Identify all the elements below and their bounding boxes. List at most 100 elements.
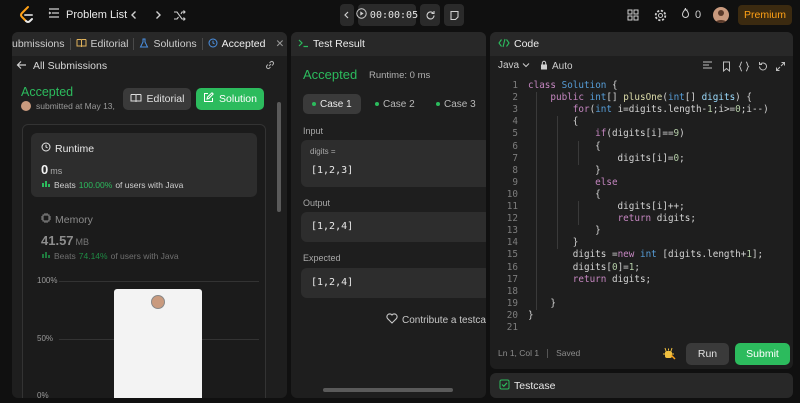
submit-button[interactable]: Submit xyxy=(735,343,790,365)
testcase-panel[interactable]: Testcase xyxy=(490,373,793,398)
input-box[interactable]: digits = [1,2,3] xyxy=(301,140,486,187)
runtime-unit: ms xyxy=(50,166,63,176)
output-value: [1,2,4] xyxy=(311,221,354,232)
reset-code-icon[interactable] xyxy=(755,59,769,73)
line-number: 10 xyxy=(506,188,518,200)
chip-icon xyxy=(41,213,51,226)
code-text: } xyxy=(528,164,601,176)
tab-code[interactable]: Code xyxy=(498,38,539,51)
contribute-testcase-link[interactable]: Contribute a testcase xyxy=(386,313,486,327)
all-submissions-label: All Submissions xyxy=(33,60,108,72)
editorial-button[interactable]: Editorial xyxy=(123,88,191,110)
vertical-scrollbar[interactable] xyxy=(276,92,282,394)
next-problem-icon[interactable] xyxy=(149,6,167,24)
line-number: 19 xyxy=(506,297,518,309)
auto-label: Auto xyxy=(552,61,573,72)
tab-solutions[interactable]: Solutions xyxy=(139,38,197,51)
case-tab-1[interactable]: Case 1 xyxy=(303,94,361,114)
code-text: digits[0]=1; xyxy=(528,261,640,273)
lock-icon xyxy=(540,60,548,73)
memory-beats-suffix: of users with Java xyxy=(110,250,179,261)
tab-editorial[interactable]: Editorial xyxy=(76,38,128,51)
code-editor[interactable]: 1 class Solution {2 public int[] plusOne(… xyxy=(490,80,793,336)
auto-mode-toggle[interactable]: Auto xyxy=(540,60,573,73)
timer-value: 00:00:05 xyxy=(369,9,419,21)
run-button[interactable]: Run xyxy=(686,343,729,365)
leetcode-logo-icon[interactable] xyxy=(17,5,37,25)
terminal-icon xyxy=(298,38,309,51)
reset-timer-icon[interactable] xyxy=(420,4,440,26)
shuffle-icon[interactable] xyxy=(170,6,188,24)
link-icon[interactable] xyxy=(264,59,276,74)
debugger-icon[interactable] xyxy=(662,346,676,360)
code-text: else xyxy=(595,176,618,188)
tab-divider xyxy=(201,38,203,50)
solution-button[interactable]: Solution xyxy=(196,88,264,110)
memory-value: 41.57 MB xyxy=(41,233,89,248)
tab-solutions-label: Solutions xyxy=(153,38,197,50)
memory-beats-prefix: Beats xyxy=(54,250,76,261)
line-number: 4 xyxy=(512,116,518,128)
tab-submissions[interactable]: Submissions xyxy=(12,38,65,50)
memory-number: 41.57 xyxy=(41,233,74,248)
pass-dot xyxy=(375,102,379,106)
line-number: 13 xyxy=(506,225,518,237)
layout-grid-icon[interactable] xyxy=(624,6,642,24)
horizontal-scrollbar[interactable] xyxy=(303,387,473,393)
pass-dot xyxy=(436,102,440,106)
line-number: 20 xyxy=(506,309,518,321)
scrollbar-thumb[interactable] xyxy=(277,102,281,212)
output-box[interactable]: [1,2,4] xyxy=(301,212,486,242)
fullscreen-icon[interactable] xyxy=(773,59,787,73)
timer-display[interactable]: 00:00:05 xyxy=(356,4,419,26)
distribution-bar[interactable] xyxy=(114,289,202,398)
close-tab-icon[interactable]: ✕ xyxy=(275,38,284,50)
test-result-title: Test Result xyxy=(313,38,365,50)
heart-icon xyxy=(386,313,398,327)
case-tab-1-label: Case 1 xyxy=(320,98,352,110)
code-text: if(digits[i]==9) xyxy=(595,128,685,140)
chevron-down-icon xyxy=(522,60,530,71)
case-tab-3[interactable]: Case 3 xyxy=(427,94,485,114)
all-submissions-link[interactable]: All Submissions xyxy=(16,58,282,74)
arrow-left-icon xyxy=(16,60,27,73)
chart-grid-line xyxy=(59,281,259,282)
input-value: [1,2,3] xyxy=(311,165,354,176)
runtime-beats-value: 100.00% xyxy=(78,179,113,190)
memory-title[interactable]: Memory xyxy=(41,213,93,226)
code-text: { xyxy=(528,140,601,152)
prev-problem-icon[interactable] xyxy=(125,6,143,24)
notes-icon[interactable] xyxy=(444,4,464,26)
runtime-card[interactable]: Runtime 0 ms Beats 100.00% of users with … xyxy=(31,133,257,197)
expected-box[interactable]: [1,2,4] xyxy=(301,268,486,298)
beats-icon xyxy=(41,250,51,261)
line-number: 1 xyxy=(512,80,518,91)
problem-list-button[interactable]: Problem List xyxy=(48,7,127,22)
case-tab-3-label: Case 3 xyxy=(444,98,476,110)
submission-panel: Submissions Editorial Solutions Accepted… xyxy=(12,32,287,398)
code-text: } xyxy=(528,237,579,249)
code-text: digits[i]++; xyxy=(528,201,685,212)
language-select[interactable]: Java xyxy=(498,60,530,71)
case-tab-2[interactable]: Case 2 xyxy=(366,94,424,114)
line-number: 5 xyxy=(512,128,518,140)
code-text: return digits; xyxy=(617,213,696,225)
checkbox-icon xyxy=(499,379,510,393)
premium-button[interactable]: Premium xyxy=(738,5,792,25)
scrollbar-thumb[interactable] xyxy=(323,388,453,392)
line-number: 15 xyxy=(506,249,518,261)
user-avatar[interactable] xyxy=(713,7,729,23)
tab-accepted-label: Accepted xyxy=(221,38,266,50)
book-open-icon xyxy=(130,93,142,106)
bookmark-icon[interactable] xyxy=(719,59,733,73)
tab-testcase[interactable]: Testcase xyxy=(499,379,555,393)
tab-accepted[interactable]: Accepted ✕ xyxy=(208,38,284,51)
edit-icon xyxy=(203,92,214,106)
tab-test-result[interactable]: Test Result xyxy=(298,38,365,51)
braces-icon[interactable] xyxy=(737,59,751,73)
format-icon[interactable] xyxy=(700,59,714,73)
streak-counter[interactable]: 0 xyxy=(680,7,701,22)
settings-gear-icon[interactable] xyxy=(651,6,669,24)
collapse-timer-icon[interactable] xyxy=(340,4,354,26)
test-result-header: Test Result xyxy=(291,32,486,56)
